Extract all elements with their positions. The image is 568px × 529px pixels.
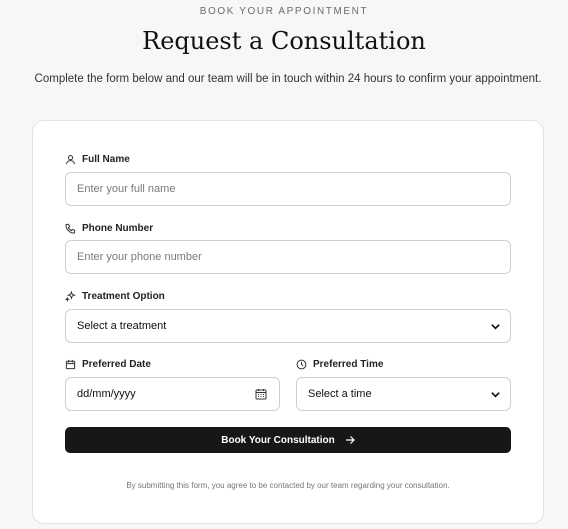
time-selected: Select a time: [308, 388, 372, 400]
page-subtitle: Complete the form below and our team wil…: [34, 73, 542, 85]
treatment-selected: Select a treatment: [77, 320, 167, 332]
date-input[interactable]: dd/mm/yyyy: [65, 377, 280, 411]
full-name-label: Full Name: [65, 154, 130, 165]
date-label-text: Preferred Date: [82, 359, 151, 370]
treatment-label-text: Treatment Option: [82, 291, 165, 302]
phone-placeholder: Enter your phone number: [77, 251, 202, 263]
full-name-input[interactable]: Enter your full name: [65, 172, 511, 206]
full-name-label-text: Full Name: [82, 154, 130, 165]
phone-label-text: Phone Number: [82, 223, 154, 234]
calendar-icon: [65, 359, 76, 370]
page-title: Request a Consultation: [142, 27, 426, 55]
calendar-picker-icon[interactable]: [255, 388, 267, 400]
sparkles-icon: [65, 291, 76, 302]
time-label-text: Preferred Time: [313, 359, 384, 370]
date-label: Preferred Date: [65, 359, 151, 370]
eyebrow-text: BOOK YOUR APPOINTMENT: [199, 6, 369, 17]
disclaimer-text: By submitting this form, you agree to be…: [126, 481, 450, 490]
arrow-right-icon: [345, 435, 355, 445]
treatment-select[interactable]: Select a treatment: [65, 309, 511, 343]
chevron-down-icon: [490, 389, 501, 400]
time-select[interactable]: Select a time: [296, 377, 511, 411]
phone-input[interactable]: Enter your phone number: [65, 240, 511, 274]
chevron-down-icon: [490, 321, 501, 332]
date-value: dd/mm/yyyy: [77, 388, 136, 400]
user-icon: [65, 154, 76, 165]
book-consultation-label: Book Your Consultation: [221, 434, 335, 446]
phone-label: Phone Number: [65, 223, 153, 234]
book-consultation-button[interactable]: Book Your Consultation: [65, 427, 511, 453]
phone-icon: [65, 223, 76, 234]
treatment-label: Treatment Option: [65, 291, 165, 302]
time-label: Preferred Time: [296, 359, 383, 370]
clock-icon: [296, 359, 307, 370]
full-name-placeholder: Enter your full name: [77, 183, 176, 195]
